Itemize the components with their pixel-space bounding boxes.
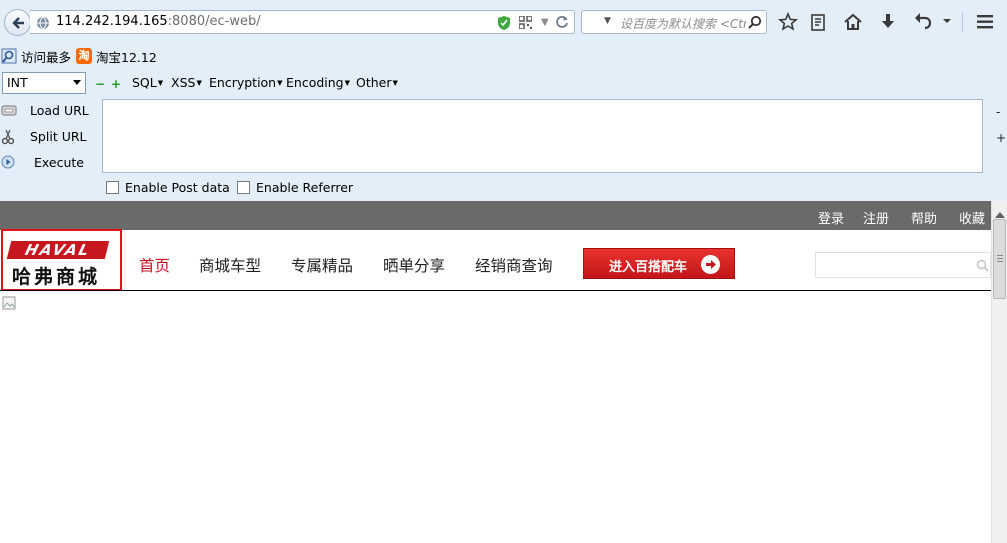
expand-button[interactable]: + <box>996 131 1006 145</box>
menu-label: Other <box>356 75 392 90</box>
load-url-icon <box>1 105 17 116</box>
configure-car-button[interactable]: 进入百搭配车 <box>583 248 735 279</box>
browser-chrome: 114.242.194.165:8080/ec-web/ ▼ ▼ 设百度为默认搜… <box>0 0 1007 201</box>
taobao-icon: 淘 <box>76 48 92 64</box>
site-search-input[interactable] <box>815 252 991 278</box>
nav-divider <box>0 290 991 291</box>
logo-name: 哈弗商城 <box>12 266 101 288</box>
site-top-bar: 登录 注册 帮助 收藏 <box>0 201 991 230</box>
nav-accessories[interactable]: 专属精品 <box>291 254 353 276</box>
nav-home[interactable]: 首页 <box>139 254 170 276</box>
menu-label: SQL <box>132 75 157 90</box>
menu-encryption[interactable]: Encryption▼ <box>209 75 283 90</box>
help-link[interactable]: 帮助 <box>911 208 937 227</box>
caret-icon: ▼ <box>196 79 202 87</box>
menu-icon[interactable] <box>975 13 995 31</box>
search-bar[interactable]: ▼ 设百度为默认搜索 <Ctrl+K> <box>581 10 767 34</box>
search-placeholder: 设百度为默认搜索 <Ctrl+K> <box>620 17 746 31</box>
reading-list-icon[interactable] <box>808 12 828 32</box>
grip-line <box>997 258 1003 259</box>
site-logo[interactable]: HAVAL 哈弗商城 <box>1 229 122 291</box>
chevron-down-icon[interactable] <box>940 14 954 28</box>
menu-label: Encryption <box>209 75 277 90</box>
login-link[interactable]: 登录 <box>818 208 844 227</box>
menu-label: XSS <box>171 75 196 90</box>
bookmark-most-visited[interactable]: 访问最多 <box>1 47 71 65</box>
shrink-button[interactable]: - <box>996 105 1000 119</box>
nav-dealer-search[interactable]: 经销商查询 <box>475 254 553 276</box>
split-url-label: Split URL <box>30 129 87 144</box>
search-icon[interactable] <box>976 259 989 272</box>
shield-icon[interactable] <box>497 15 511 31</box>
cta-label: 进入百搭配车 <box>609 260 688 275</box>
checkbox-box[interactable] <box>106 181 119 194</box>
download-icon[interactable] <box>878 12 898 32</box>
address-bar[interactable]: 114.242.194.165:8080/ec-web/ ▼ <box>30 10 575 34</box>
checkbox-label: Enable Post data <box>125 180 230 195</box>
caret-icon: ▼ <box>392 79 398 87</box>
enable-post-checkbox[interactable]: Enable Post data <box>106 180 230 195</box>
navigation-toolbar: 114.242.194.165:8080/ec-web/ ▼ ▼ 设百度为默认搜… <box>0 0 1007 43</box>
bookmark-taobao[interactable]: 淘 淘宝12.12 <box>76 47 157 65</box>
web-page: 登录 注册 帮助 收藏 HAVAL 哈弗商城 首页 商城车型 专属精品 晒单分享… <box>0 201 1007 543</box>
select-value: INT <box>7 75 28 90</box>
arrow-right-icon <box>701 255 720 274</box>
url-text: 114.242.194.165:8080/ec-web/ <box>56 14 261 29</box>
home-icon[interactable] <box>843 12 863 32</box>
search-icon[interactable] <box>748 15 762 29</box>
increase-button[interactable]: + <box>111 77 121 91</box>
most-visited-icon <box>1 48 17 64</box>
split-url-button[interactable]: Split URL <box>0 127 100 147</box>
execute-label: Execute <box>34 155 84 170</box>
decrease-button[interactable]: − <box>95 77 105 91</box>
bookmark-star-icon[interactable] <box>778 12 798 32</box>
select-arrow-icon <box>73 80 81 85</box>
menu-encoding[interactable]: Encoding▼ <box>286 75 350 90</box>
checkbox-label: Enable Referrer <box>256 180 354 195</box>
register-link[interactable]: 注册 <box>863 208 889 227</box>
checkbox-box[interactable] <box>237 181 250 194</box>
undo-icon[interactable] <box>913 12 933 32</box>
menu-xss[interactable]: XSS▼ <box>171 75 202 90</box>
hackbar-type-select[interactable]: INT <box>2 72 86 94</box>
hackbar-panel: INT − + SQL▼ XSS▼ Encryption▼ Encoding▼ … <box>0 69 1007 201</box>
grip-line <box>997 261 1003 262</box>
vertical-scrollbar[interactable] <box>991 201 1007 543</box>
play-icon <box>1 155 15 169</box>
broken-image-icon <box>2 296 16 310</box>
back-button[interactable] <box>4 9 31 36</box>
execute-button[interactable]: Execute <box>0 153 100 173</box>
grip-line <box>997 255 1003 256</box>
globe-icon <box>37 16 49 30</box>
bookmarks-toolbar: 访问最多 淘 淘宝12.12 <box>0 43 1007 69</box>
menu-sql[interactable]: SQL▼ <box>132 75 163 90</box>
toolbar-separator <box>962 12 963 32</box>
scissors-icon <box>1 129 15 145</box>
favorite-link[interactable]: 收藏 <box>959 208 985 227</box>
qr-code-icon[interactable] <box>519 16 532 29</box>
url-dropdown-icon[interactable]: ▼ <box>541 17 549 28</box>
nav-car-models[interactable]: 商城车型 <box>199 254 261 276</box>
back-arrow-icon <box>12 17 24 29</box>
scroll-thumb[interactable] <box>993 219 1006 299</box>
load-url-button[interactable]: Load URL <box>0 101 100 121</box>
reload-icon[interactable] <box>555 15 569 29</box>
caret-icon: ▼ <box>277 79 283 87</box>
bookmark-label: 访问最多 <box>21 49 72 65</box>
scroll-up-icon[interactable] <box>995 212 1005 218</box>
bookmark-label: 淘宝12.12 <box>96 49 157 65</box>
caret-icon: ▼ <box>157 79 164 87</box>
menu-label: Encoding <box>286 75 344 90</box>
caret-icon: ▼ <box>344 79 350 87</box>
enable-referrer-checkbox[interactable]: Enable Referrer <box>237 180 353 195</box>
logo-brand: HAVAL <box>6 241 110 259</box>
url-textarea[interactable] <box>102 99 983 173</box>
search-engine-dropdown-icon[interactable]: ▼ <box>604 16 611 26</box>
load-url-label: Load URL <box>30 103 89 118</box>
nav-share[interactable]: 晒单分享 <box>383 254 445 276</box>
menu-other[interactable]: Other▼ <box>356 75 398 90</box>
